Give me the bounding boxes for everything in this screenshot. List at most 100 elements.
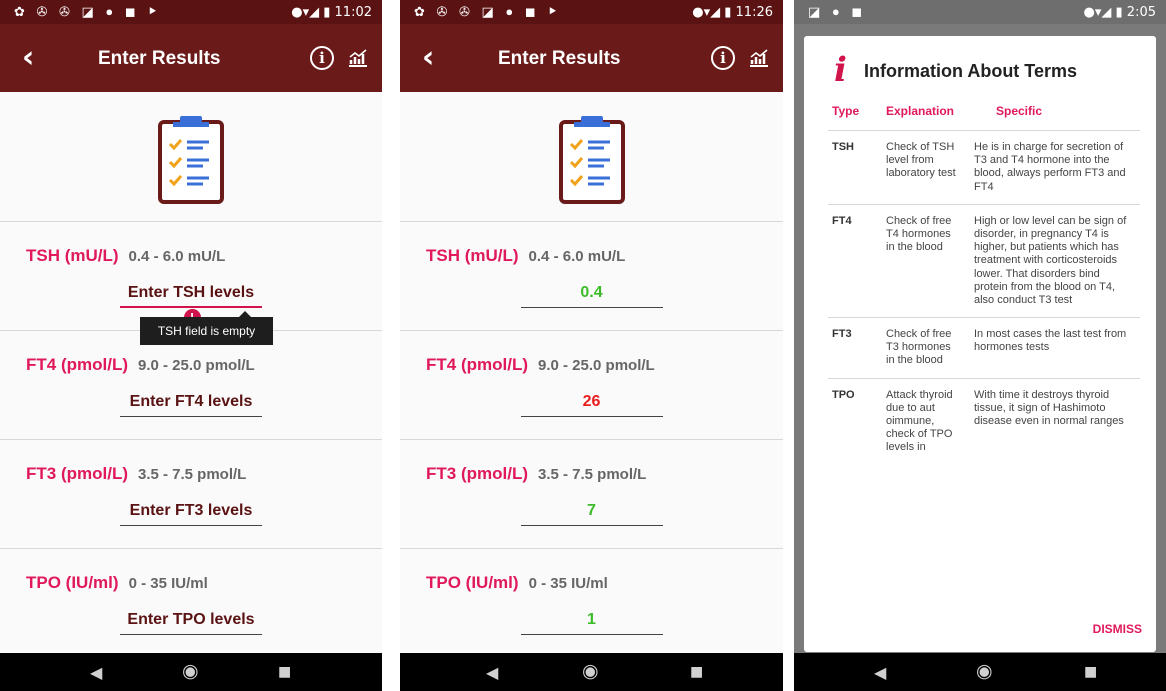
dialog-title: Information About Terms [864,61,1077,81]
nav-recents-icon[interactable]: ■ [1084,664,1097,680]
term-explanation: Check of TSH level from laboratory test [882,130,970,205]
ft4-range: 9.0 - 25.0 pmol/L [137,357,255,374]
clipboard-banner [400,92,783,222]
tpo-label: TPO (IU/ml) 0 - 35 IU/ml [426,573,608,593]
table-row: FT4 Check of free T4 hormones in the blo… [828,203,1140,318]
field-label: TPO (IU/ml) [26,573,119,592]
field-label: TSH (mU/L) [26,246,119,265]
info-icon[interactable]: i [310,46,334,70]
tsh-section: TSH (mU/L) 0.4 - 6.0 mU/L 0.4 [400,222,783,331]
term-type: FT4 [828,203,882,318]
col-specific: Specific [996,104,1043,118]
page-title: Enter Results [498,48,621,69]
status-time: 11:26 [735,5,773,20]
status-time: 11:02 [334,5,372,20]
ft3-range: 3.5 - 7.5 pmol/L [537,466,647,483]
nav-home-icon[interactable]: ◉ [976,660,993,682]
ft4-range: 9.0 - 25.0 pmol/L [537,357,655,374]
signal-battery-icon: ●▾◢ ▮ [291,5,331,20]
field-label: FT3 (pmol/L) [26,464,128,483]
tpo-input[interactable]: Enter TPO levels [120,607,262,635]
ft3-label: FT3 (pmol/L) 3.5 - 7.5 pmol/L [26,464,246,484]
ft4-input[interactable]: Enter FT4 levels [120,389,262,417]
back-arrow-icon[interactable]: ‹ [22,40,34,75]
term-explanation: Check of free T4 hormones in the blood [882,203,970,318]
ft3-range: 3.5 - 7.5 pmol/L [137,466,247,483]
tpo-section: TPO (IU/ml) 0 - 35 IU/ml Enter TPO levels [0,549,382,658]
status-bar: ✿ ✇ ✇ ◪ ● ◼ ⯈ ●▾◢ ▮ 11:02 [0,0,382,24]
field-label: TPO (IU/ml) [426,573,519,592]
tsh-range: 0.4 - 6.0 mU/L [128,248,226,265]
notification-icons: ✿ ✇ ✇ ◪ ● ◼ ⯈ [14,4,162,19]
nav-recents-icon[interactable]: ■ [278,664,291,680]
clipboard-banner [0,92,382,222]
field-label: FT3 (pmol/L) [426,464,528,483]
chart-icon[interactable] [747,46,771,70]
ft4-label: FT4 (pmol/L) 9.0 - 25.0 pmol/L [26,355,255,375]
term-specific: With time it destroys thyroid tissue, it… [970,377,1140,465]
ft4-input[interactable]: 26 [520,389,663,417]
ft4-section: FT4 (pmol/L) 9.0 - 25.0 pmol/L 26 [400,331,783,440]
page-title: Enter Results [98,48,221,69]
term-specific: In most cases the last test from hormone… [970,317,1140,379]
ft4-label: FT4 (pmol/L) 9.0 - 25.0 pmol/L [426,355,655,375]
app-bar: ‹ Enter Results i [0,24,382,92]
notification-icons: ✿ ✇ ✇ ◪ ● ◼ ⯈ [414,4,562,19]
tsh-input[interactable]: Enter TSH levels! [120,280,262,326]
terms-table: Type Explanation Specific TSH Check of T… [828,100,1140,465]
screen-enter-results-filled: ✿ ✇ ✇ ◪ ● ◼ ⯈ ●▾◢ ▮ 11:26 ‹ Enter Result… [400,0,783,691]
nav-home-icon[interactable]: ◉ [582,660,599,682]
chart-icon[interactable] [346,46,370,70]
nav-recents-icon[interactable]: ■ [690,664,703,680]
tsh-label: TSH (mU/L) 0.4 - 6.0 mU/L [26,246,225,266]
ft3-section: FT3 (pmol/L) 3.5 - 7.5 pmol/L Enter FT3 l… [0,440,382,549]
field-label: FT4 (pmol/L) [426,355,528,374]
nav-bar: ◀ ◉ ■ [0,653,382,691]
status-time: 2:05 [1126,5,1156,20]
tpo-range: 0 - 35 IU/ml [128,575,208,592]
tpo-range: 0 - 35 IU/ml [528,575,608,592]
table-row: FT3 Check of free T3 hormones in the blo… [828,317,1140,379]
nav-bar: ◀ ◉ ■ [400,653,783,691]
clipboard-icon [158,116,224,204]
tsh-section: TSH (mU/L) 0.4 - 6.0 mU/L Enter TSH level… [0,222,382,345]
term-explanation: Attack thyroid due to aut oimmune, check… [882,377,970,465]
table-row: TPO Attack thyroid due to aut oimmune, c… [828,377,1140,465]
ft4-section: FT4 (pmol/L) 9.0 - 25.0 pmol/L Enter FT4 … [0,331,382,440]
error-tooltip: TSH field is empty [140,311,273,345]
tpo-section: TPO (IU/ml) 0 - 35 IU/ml 1 [400,549,783,658]
status-right: ●▾◢ ▮ 11:26 [692,5,773,20]
status-right: ●▾◢ ▮ 2:05 [1084,5,1157,20]
ft3-section: FT3 (pmol/L) 3.5 - 7.5 pmol/L 7 [400,440,783,549]
nav-back-icon[interactable]: ◀ [486,663,498,682]
field-label: FT4 (pmol/L) [26,355,128,374]
dismiss-button[interactable]: DISMISS [1093,622,1142,636]
tsh-range: 0.4 - 6.0 mU/L [528,248,626,265]
nav-back-icon[interactable]: ◀ [874,663,886,682]
info-icon: i [834,50,847,90]
tpo-label: TPO (IU/ml) 0 - 35 IU/ml [26,573,208,593]
nav-back-icon[interactable]: ◀ [90,663,102,682]
status-bar: ✿ ✇ ✇ ◪ ● ◼ ⯈ ●▾◢ ▮ 11:26 [400,0,783,24]
screen-terms-dialog: ◪ ● ◼ ●▾◢ ▮ 2:05 i Information About Ter… [794,0,1166,691]
tsh-label: TSH (mU/L) 0.4 - 6.0 mU/L [426,246,625,266]
ft3-input[interactable]: 7 [520,498,663,526]
status-bar: ◪ ● ◼ ●▾◢ ▮ 2:05 [794,0,1166,24]
back-arrow-icon[interactable]: ‹ [422,40,434,75]
nav-home-icon[interactable]: ◉ [182,660,199,682]
clipboard-icon [558,116,625,204]
status-right: ●▾◢ ▮ 11:02 [291,5,372,20]
tpo-input[interactable]: 1 [520,607,663,635]
term-specific: He is in charge for secretion of T3 and … [970,130,1140,205]
signal-battery-icon: ●▾◢ ▮ [1083,5,1123,20]
term-type: FT3 [828,317,882,379]
info-icon[interactable]: i [711,46,735,70]
col-type: Type [832,104,860,118]
tsh-input[interactable]: 0.4 [520,280,663,308]
table-header-row: Type Explanation Specific [828,100,1140,131]
ft3-input[interactable]: Enter FT3 levels [120,498,262,526]
term-specific: High or low level can be sign of disorde… [970,203,1140,318]
col-explanation: Explanation [886,104,955,118]
screen-enter-results-empty: ✿ ✇ ✇ ◪ ● ◼ ⯈ ●▾◢ ▮ 11:02 ‹ Enter Result… [0,0,382,691]
tsh-placeholder: Enter TSH levels [127,284,255,301]
